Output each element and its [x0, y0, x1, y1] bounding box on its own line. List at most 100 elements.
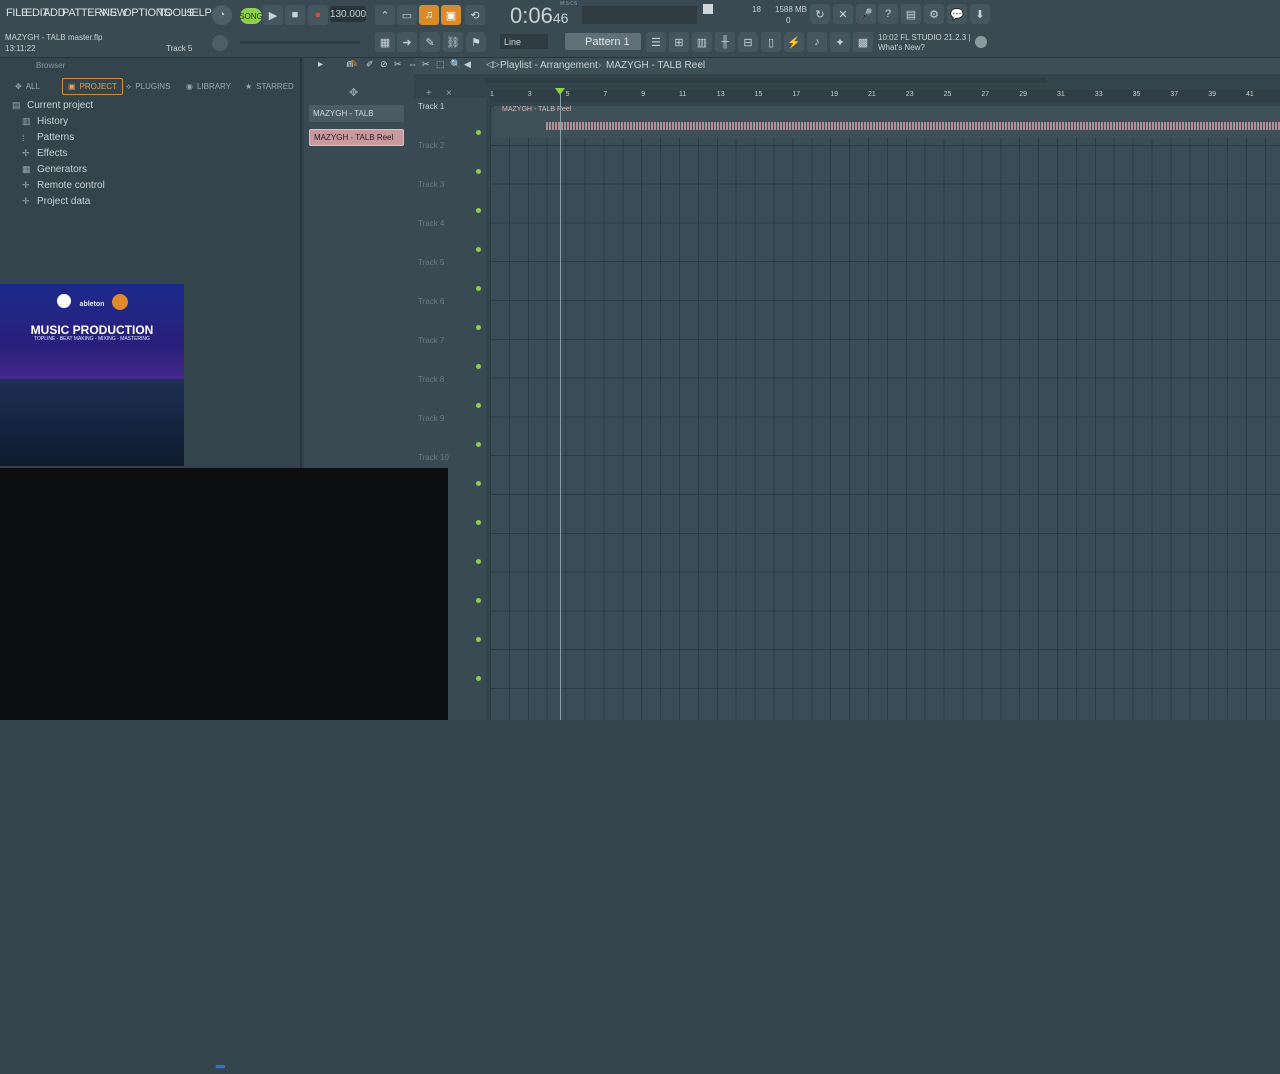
- track-enable-dot[interactable]: [476, 481, 481, 486]
- arrows-lr-icon[interactable]: ◁▷: [486, 59, 500, 70]
- edison-icon[interactable]: ▩: [853, 32, 873, 52]
- tree-item-effects[interactable]: ✢ Effects: [22, 148, 67, 159]
- track-label[interactable]: Track 4: [418, 219, 444, 228]
- tab-project[interactable]: ▣ PROJECT: [62, 78, 123, 95]
- help-icon[interactable]: ?: [878, 4, 898, 24]
- arrow-icon[interactable]: ▸: [318, 59, 323, 70]
- zoom-icon[interactable]: 🔍: [450, 59, 461, 70]
- draw-icon[interactable]: ✎: [350, 59, 358, 70]
- tab-library-label: LIBRARY: [196, 82, 232, 91]
- track-enable-dot[interactable]: [476, 520, 481, 525]
- tree-item-history[interactable]: ▥ History: [22, 116, 68, 127]
- pencil-icon[interactable]: ✎: [420, 32, 440, 52]
- tab-plugins[interactable]: ⟡ PLUGINS: [121, 78, 175, 95]
- stamp-icon[interactable]: ⚑: [466, 32, 486, 52]
- timeline-ruler[interactable]: 1 3 5 7 9 11 13 15 17 19 21 23 25 27 29 31 33 35 37 39 41: [490, 90, 1280, 102]
- track-label[interactable]: Track 9: [418, 414, 444, 423]
- loop-record-icon[interactable]: ⟲: [465, 5, 485, 25]
- delete-icon[interactable]: ⊘: [380, 59, 388, 70]
- link-icon[interactable]: ⛓: [443, 32, 463, 52]
- stop-button[interactable]: ■: [285, 5, 305, 25]
- track-enable-dot[interactable]: [476, 676, 481, 681]
- plugin-database-icon[interactable]: ⚡: [784, 32, 804, 52]
- step-edit-icon[interactable]: ▭: [397, 5, 417, 25]
- tree-item-project-data[interactable]: ✛ Project data: [22, 196, 90, 207]
- track-enable-dot[interactable]: [476, 130, 481, 135]
- channel-rack-icon[interactable]: ⊞: [669, 32, 689, 52]
- typing-keyboard-icon[interactable]: ⌃: [375, 5, 395, 25]
- track-enable-dot[interactable]: [476, 637, 481, 642]
- tuner-icon[interactable]: ♪: [807, 32, 827, 52]
- tree-root-current-project[interactable]: ▤ Current project: [12, 100, 93, 111]
- audio-clip[interactable]: MAZYGH - TALB Reel: [494, 106, 1280, 138]
- tab-library[interactable]: ◉ LIBRARY: [181, 78, 236, 95]
- pattern-mode-icon[interactable]: ♫: [419, 5, 439, 25]
- slip-icon[interactable]: ⇔: [408, 59, 417, 69]
- horizontal-scrollbar[interactable]: [486, 78, 1046, 83]
- paint-icon[interactable]: ✐: [366, 59, 374, 70]
- arrow-right-icon[interactable]: ➜: [397, 32, 417, 52]
- tree-item-patterns[interactable]: ⁞ Patterns: [22, 132, 74, 143]
- metronome-icon[interactable]: ◔: [212, 5, 232, 25]
- tree-item-generators[interactable]: ▦ Generators: [22, 164, 87, 175]
- record-button[interactable]: ●: [308, 5, 328, 25]
- speaker-icon[interactable]: ◀: [464, 59, 471, 70]
- tab-all[interactable]: ✥ ALL: [10, 78, 45, 95]
- track-label[interactable]: Track 8: [418, 375, 444, 384]
- track-label[interactable]: Track 10: [418, 453, 449, 462]
- ruler-bar-number: 9: [641, 91, 646, 98]
- piano-roll-view-icon[interactable]: ▥: [692, 32, 712, 52]
- save-icon[interactable]: ▤: [901, 4, 921, 24]
- master-pitch-slider[interactable]: [240, 41, 360, 44]
- playlist-grid[interactable]: [490, 106, 1280, 720]
- menu-help[interactable]: HELP: [184, 7, 212, 19]
- track-enable-dot[interactable]: [476, 403, 481, 408]
- track-label[interactable]: Track 1: [418, 102, 444, 111]
- touch-controller-icon[interactable]: ✦: [830, 32, 850, 52]
- track-label[interactable]: Track 5: [418, 258, 444, 267]
- chat-icon[interactable]: 💬: [947, 4, 967, 24]
- download-icon[interactable]: ⬇: [970, 4, 990, 24]
- project-picker-icon[interactable]: ⊟: [738, 32, 758, 52]
- track-label[interactable]: Track 2: [418, 141, 444, 150]
- piano-roll-icon[interactable]: ▦: [375, 32, 395, 52]
- picker-item[interactable]: MAZYGH - TALB: [309, 105, 404, 122]
- tempo-field[interactable]: 130.000: [330, 6, 366, 22]
- refresh-icon[interactable]: ↻: [810, 4, 830, 24]
- microphone-icon[interactable]: 🎤: [856, 4, 876, 24]
- track-label[interactable]: Track 7: [418, 336, 444, 345]
- news-icon[interactable]: [975, 36, 987, 48]
- browser-icon[interactable]: ▯: [761, 32, 781, 52]
- track-enable-dot[interactable]: [476, 325, 481, 330]
- time-caption: M:S:CS: [560, 1, 578, 7]
- tab-starred[interactable]: ★ STARRED: [240, 78, 299, 95]
- track-enable-dot[interactable]: [476, 442, 481, 447]
- track-label[interactable]: Track 6: [418, 297, 444, 306]
- plugin-icon[interactable]: ⚙: [924, 4, 944, 24]
- track-enable-dot[interactable]: [476, 364, 481, 369]
- news-title[interactable]: What's New?: [878, 43, 925, 52]
- track-enable-dot[interactable]: [476, 598, 481, 603]
- track-enable-dot[interactable]: [476, 169, 481, 174]
- track-enable-dot[interactable]: [476, 247, 481, 252]
- snap-select[interactable]: Line: [500, 34, 548, 49]
- slice-icon[interactable]: ✂: [422, 59, 430, 70]
- mute-icon[interactable]: ✂: [394, 59, 402, 70]
- pattern-select[interactable]: Pattern 1: [565, 33, 641, 50]
- tools-icon[interactable]: ✕: [833, 4, 853, 24]
- master-volume-knob[interactable]: [212, 35, 228, 51]
- play-button[interactable]: ▶: [263, 5, 283, 25]
- playlist-icon[interactable]: ☰: [646, 32, 666, 52]
- track-enable-dot[interactable]: [476, 208, 481, 213]
- track-label[interactable]: Track 3: [418, 180, 444, 189]
- song-mode-button[interactable]: SONG: [239, 8, 263, 24]
- move-icon[interactable]: ✥: [349, 86, 358, 99]
- mixer-icon[interactable]: ╫: [715, 32, 735, 52]
- wait-for-input-icon[interactable]: ▣: [441, 5, 461, 25]
- track-enable-dot[interactable]: [476, 559, 481, 564]
- select-icon[interactable]: ⬚: [436, 59, 445, 70]
- picker-item-selected[interactable]: MAZYGH - TALB Reel: [309, 129, 404, 146]
- tree-item-remote-control[interactable]: ✛ Remote control: [22, 180, 105, 191]
- promo-title: MUSIC PRODUCTION: [30, 323, 154, 337]
- track-enable-dot[interactable]: [476, 286, 481, 291]
